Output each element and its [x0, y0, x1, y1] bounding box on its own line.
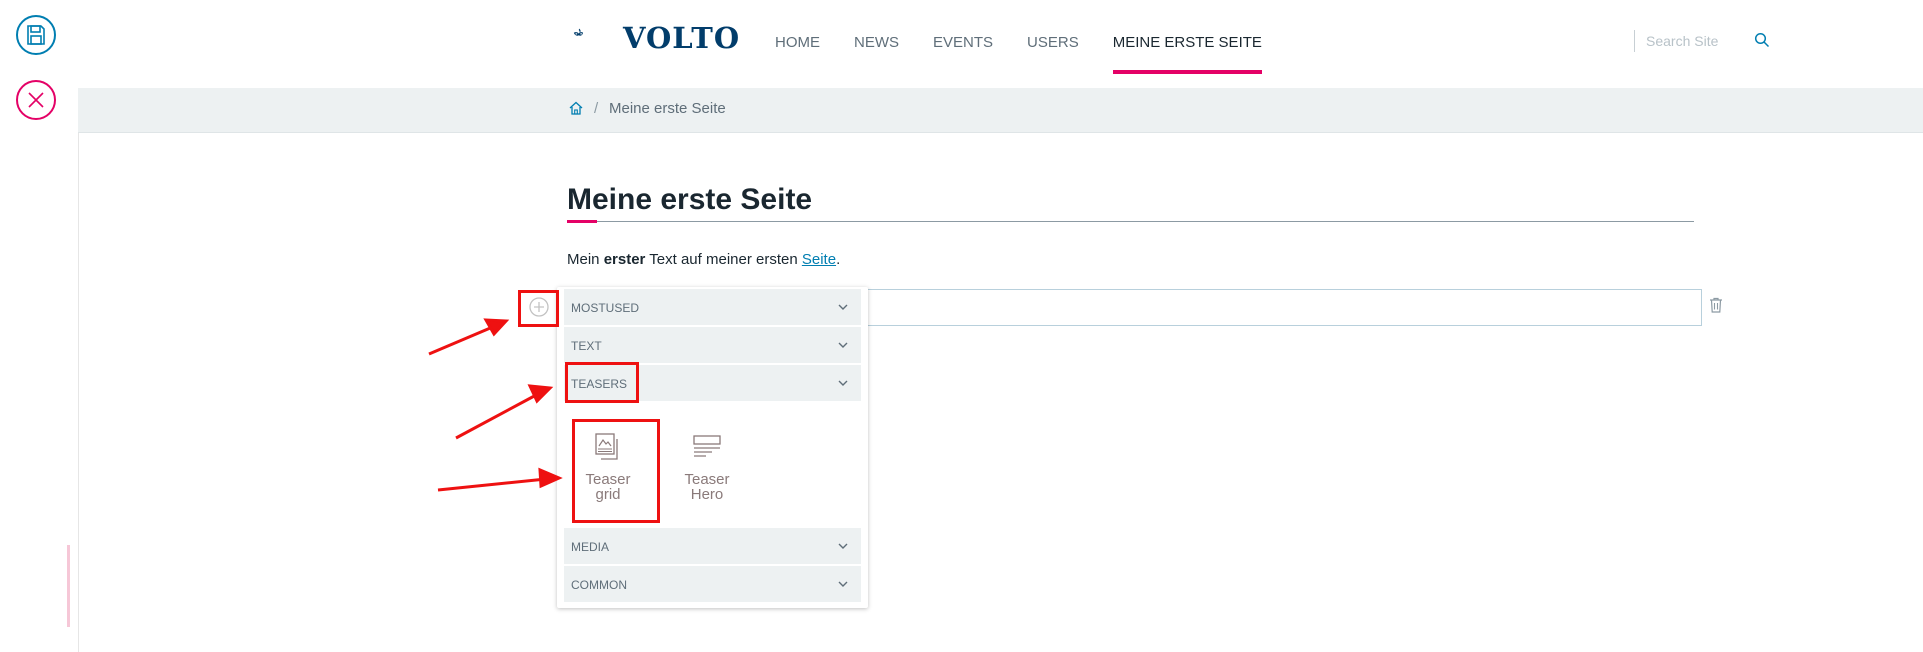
trash-icon[interactable] [1709, 297, 1723, 313]
home-icon[interactable] [568, 100, 584, 116]
group-label: MEDIA [571, 540, 610, 554]
block-label-line1: Teaser [684, 471, 730, 488]
breadcrumb-separator: / [594, 100, 599, 117]
block-teaser-hero[interactable]: Teaser Hero [672, 432, 742, 502]
save-icon [27, 25, 45, 45]
intro-link[interactable]: Seite [802, 251, 836, 268]
group-text[interactable]: TEXT [564, 327, 861, 363]
close-icon [28, 92, 44, 108]
nav-meine-erste-seite[interactable]: MEINE ERSTE SEITE [1112, 34, 1263, 74]
site-logo-text[interactable]: VOLTO [623, 21, 740, 55]
nav-home[interactable]: HOME [775, 34, 820, 74]
search-divider [1634, 30, 1635, 52]
group-label: TEXT [571, 339, 602, 353]
intro-text-mid: Text auf meiner ersten [645, 251, 802, 268]
annotation-arrow-2 [455, 392, 539, 440]
group-mostused[interactable]: MOSTUSED [564, 289, 861, 325]
chevron-down-icon [838, 581, 848, 587]
edit-toolbar [0, 0, 79, 652]
page-title[interactable]: Meine erste Seite [567, 183, 812, 217]
intro-text-post: . [836, 251, 841, 268]
cancel-button[interactable] [16, 80, 56, 120]
title-accent-bar [567, 220, 597, 223]
empty-text-block[interactable] [862, 289, 1702, 326]
group-common[interactable]: COMMON [564, 566, 861, 602]
chevron-down-icon [838, 304, 848, 310]
chevron-down-icon [838, 380, 848, 386]
chevron-down-icon [838, 543, 848, 549]
search-icon[interactable] [1754, 32, 1770, 48]
search-input[interactable] [1644, 28, 1758, 54]
annotation-box-add-button [518, 290, 559, 327]
teaser-hero-icon [693, 435, 721, 457]
nav-events[interactable]: EVENTS [933, 34, 993, 74]
site-header: VOLTO HOME NEWS EVENTS USERS MEINE ERSTE… [78, 0, 1923, 88]
annotation-box-teasers [565, 362, 639, 403]
toolbar-resize-handle[interactable] [67, 545, 70, 627]
volto-logo-icon[interactable] [573, 10, 623, 56]
breadcrumb-current: Meine erste Seite [609, 100, 726, 117]
save-button[interactable] [16, 15, 56, 55]
title-underline [567, 221, 1694, 222]
intro-text-bold: erster [603, 251, 646, 268]
group-label: COMMON [571, 578, 627, 592]
annotation-arrow-3 [437, 477, 547, 492]
chevron-down-icon [838, 342, 848, 348]
annotation-arrowhead-2 [527, 384, 554, 404]
nav-users[interactable]: USERS [1027, 34, 1079, 74]
annotation-arrow-1 [428, 324, 496, 356]
annotation-arrowhead-1 [483, 318, 510, 337]
intro-text-pre: Mein [567, 251, 604, 268]
breadcrumb: / Meine erste Seite [78, 88, 1923, 133]
intro-paragraph[interactable]: Mein erster Text auf meiner ersten Seite… [567, 251, 840, 268]
main-navigation: HOME NEWS EVENTS USERS MEINE ERSTE SEITE [775, 34, 1296, 74]
block-label-line2: Hero [690, 486, 724, 503]
group-label: MOSTUSED [571, 301, 640, 315]
group-media[interactable]: MEDIA [564, 528, 861, 564]
nav-news[interactable]: NEWS [854, 34, 899, 74]
annotation-box-teaser-grid [572, 419, 660, 523]
